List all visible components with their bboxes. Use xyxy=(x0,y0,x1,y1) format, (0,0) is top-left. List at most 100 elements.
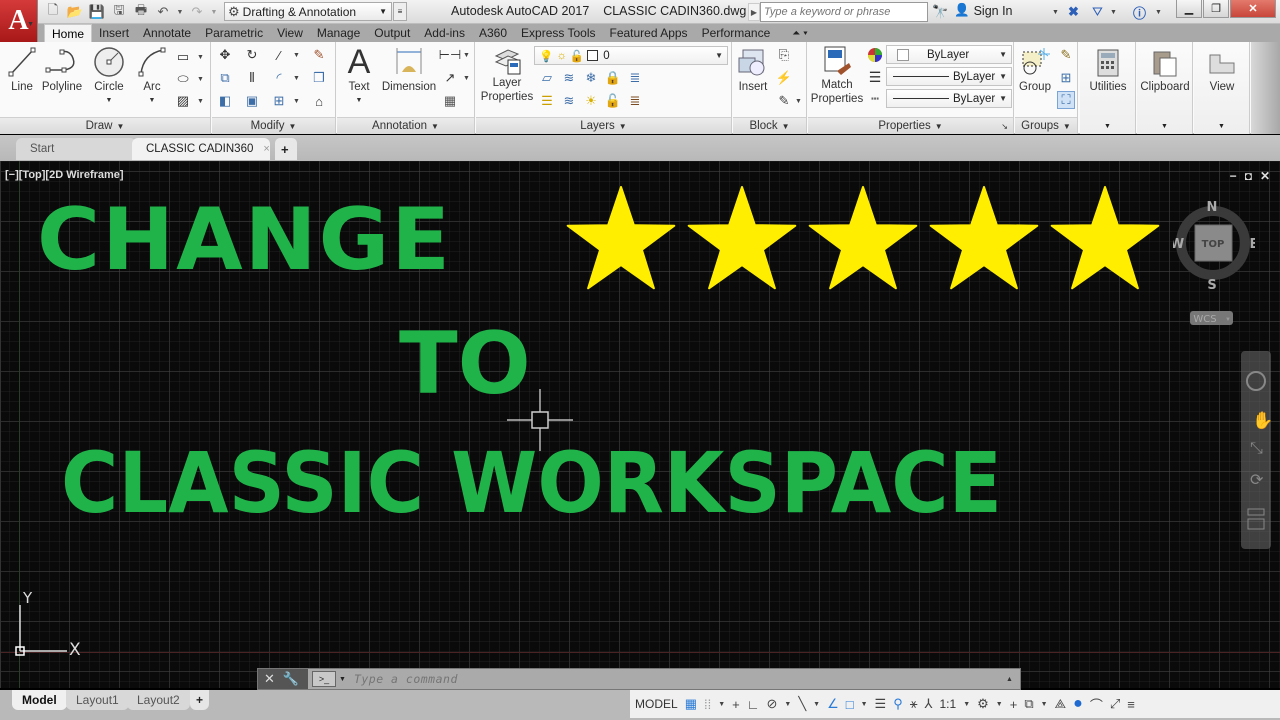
chevron-down-icon[interactable]: ▼ xyxy=(293,75,300,82)
quick-properties-icon[interactable]: ⟁ xyxy=(1055,696,1067,712)
group-tool[interactable]: Group xyxy=(1017,44,1053,94)
ortho-icon[interactable]: ∟ xyxy=(747,697,760,712)
close-button[interactable]: ✕ xyxy=(1230,0,1276,18)
tab-annotate[interactable]: Annotate xyxy=(136,24,198,42)
help-icon[interactable]: ⓘ xyxy=(1133,3,1146,21)
viewport-controls-label[interactable]: [−][Top][2D Wireframe] xyxy=(5,169,124,181)
save-icon[interactable]: 💾 xyxy=(88,3,106,21)
view-panel[interactable]: View ▼ xyxy=(1194,42,1250,134)
polyline-tool[interactable]: Polyline xyxy=(40,44,84,94)
application-menu-button[interactable]: A ▼ xyxy=(0,0,38,42)
search-input[interactable] xyxy=(760,2,928,22)
new-icon[interactable]: 🗋 xyxy=(44,2,62,21)
draw-panel-label[interactable]: Draw ▼ xyxy=(0,117,210,134)
text-tool[interactable]: A Text ▼ xyxy=(341,44,377,108)
viewcube-top-face[interactable]: TOP xyxy=(1202,239,1225,250)
chevron-down-icon[interactable]: ▼ xyxy=(463,52,470,59)
isolate-objects-icon[interactable]: ● xyxy=(1073,695,1083,713)
layer-freeze-icon[interactable]: ❄ xyxy=(582,69,600,87)
layer-unlock-all-icon[interactable]: 🔓 xyxy=(604,92,622,110)
compass-east[interactable]: E xyxy=(1250,237,1259,252)
workspace-select[interactable]: ⚙ Drafting & Annotation ▼ xyxy=(224,2,392,21)
panel-launcher-icon[interactable]: ↘ xyxy=(1001,122,1008,131)
line-tool[interactable]: Line xyxy=(6,44,38,94)
dimension-tool[interactable]: Dimension xyxy=(381,44,437,94)
utilities-panel[interactable]: Utilities ▼ xyxy=(1080,42,1136,134)
annotation-scale-icon[interactable]: ⅄ xyxy=(925,696,933,712)
plot-icon[interactable]: 🖶 xyxy=(132,2,150,21)
restore-button[interactable]: ❐ xyxy=(1203,0,1229,18)
polar-tracking-icon[interactable]: ⊘ xyxy=(766,696,777,712)
tab-parametric[interactable]: Parametric xyxy=(198,24,270,42)
properties-panel-label[interactable]: Properties ▼ ↘ xyxy=(808,117,1013,134)
drawing-text-change[interactable]: CHANGE xyxy=(37,197,452,283)
annotation-scale-value[interactable]: 1:1 xyxy=(940,697,957,711)
command-line-handle[interactable]: ✕ 🔧 xyxy=(258,669,308,689)
steering-wheel-icon[interactable] xyxy=(1246,371,1266,391)
tab-add-ins[interactable]: Add-ins xyxy=(417,24,472,42)
minimize-button[interactable]: ▁ xyxy=(1176,0,1202,18)
open-icon[interactable]: 📂 xyxy=(66,3,84,21)
annotation-monitor-icon[interactable]: + xyxy=(1010,697,1018,712)
add-layout-button[interactable]: + xyxy=(190,690,210,710)
tab-home[interactable]: Home xyxy=(44,24,93,42)
clean-screen-icon[interactable]: ⤢ xyxy=(1110,696,1120,712)
arc-tool[interactable]: Arc ▼ xyxy=(135,44,169,108)
chevron-down-icon[interactable]: ▼ xyxy=(293,98,300,105)
wcs-menu[interactable]: WCS xyxy=(1193,314,1216,325)
chevron-down-icon[interactable]: ▼ xyxy=(963,701,970,708)
tab-a360[interactable]: A360 xyxy=(472,24,514,42)
drawing-viewport[interactable]: [−][Top][2D Wireframe] − ◘ ✕ CHANGE TO C… xyxy=(0,161,1280,688)
drawing-text-classic-workspace[interactable]: CLASSIC WORKSPACE xyxy=(61,441,1002,525)
auto-scale-icon[interactable]: ⚹ xyxy=(910,696,918,712)
groups-panel-label[interactable]: Groups ▼ xyxy=(1015,117,1077,134)
block-panel-label[interactable]: Block ▼ xyxy=(733,117,806,134)
table-icon[interactable]: ▦ xyxy=(441,92,459,110)
new-tab-button[interactable]: + xyxy=(275,138,297,160)
object-snap-tracking-icon[interactable]: ∠ xyxy=(827,696,839,712)
units-icon[interactable]: ⧉ xyxy=(1024,696,1033,712)
layer-make-current-icon[interactable]: ≋ xyxy=(560,92,578,110)
erase-icon[interactable]: ✎ xyxy=(310,46,328,64)
undo-icon[interactable]: ↶ xyxy=(154,3,172,21)
command-history-up-icon[interactable]: ▲ xyxy=(1006,676,1020,683)
layer-thaw-all-icon[interactable]: ☀ xyxy=(582,92,600,110)
clipboard-button[interactable]: Clipboard xyxy=(1137,46,1193,94)
offset-icon[interactable]: ⌂ xyxy=(310,92,328,110)
tab-active-drawing[interactable]: CLASSIC CADIN360 × xyxy=(132,138,270,160)
recent-commands-button[interactable]: >_ xyxy=(312,671,336,687)
help-dropdown-icon[interactable]: ▼ xyxy=(1155,3,1162,21)
layer-properties-tool[interactable]: Layer Properties xyxy=(478,46,536,104)
lineweight-select[interactable]: ByLayer ▼ xyxy=(886,67,1012,86)
search-expand-button[interactable]: ▶ xyxy=(748,3,760,21)
grid-icon[interactable]: ▦ xyxy=(685,696,697,712)
viewport-close-icon[interactable]: ✕ xyxy=(1260,169,1270,183)
block-attribute-icon[interactable]: ✎ xyxy=(775,92,793,110)
edit-block-icon[interactable]: ⚡ xyxy=(775,69,793,87)
clipboard-panel[interactable]: Clipboard ▼ xyxy=(1137,42,1193,134)
scale-icon[interactable]: ▣ xyxy=(243,92,261,110)
model-space-toggle[interactable]: MODEL xyxy=(635,697,678,711)
customization-menu-icon[interactable]: ≡ xyxy=(1127,697,1135,712)
mirror-icon[interactable]: ⫴ xyxy=(243,69,261,87)
layer-select[interactable]: 💡 ☼ 🔓 0 ▼ xyxy=(534,46,728,65)
save-as-icon[interactable]: 🖫 xyxy=(110,2,128,21)
layer-isolate-icon[interactable]: ≋ xyxy=(560,69,578,87)
command-input[interactable] xyxy=(345,669,1006,689)
annotation-visibility-icon[interactable]: ⚲ xyxy=(893,696,903,712)
orbit-icon[interactable]: ⟳ xyxy=(1250,472,1264,489)
binoculars-icon[interactable]: 🔭 xyxy=(932,3,948,21)
utilities-button[interactable]: Utilities xyxy=(1084,46,1132,94)
tab-layout1[interactable]: Layout1 xyxy=(66,690,129,710)
customize-quick-access-button[interactable]: ≡ xyxy=(393,2,407,21)
chevron-down-icon[interactable]: ▼ xyxy=(463,75,470,82)
leader-icon[interactable]: ↗ xyxy=(441,69,459,87)
tab-performance[interactable]: Performance xyxy=(695,24,778,42)
match-properties-tool[interactable]: Match Properties xyxy=(810,44,864,106)
chevron-down-icon[interactable]: ▼ xyxy=(813,701,820,708)
rotate-icon[interactable]: ↻ xyxy=(243,46,261,64)
chevron-down-icon[interactable]: ▼ xyxy=(795,98,802,105)
redo-dropdown-icon[interactable]: ▼ xyxy=(210,3,218,21)
snap-icon[interactable]: ⁞⁞ xyxy=(704,697,711,712)
a360-dropdown-icon[interactable]: ▼ xyxy=(1110,3,1117,21)
